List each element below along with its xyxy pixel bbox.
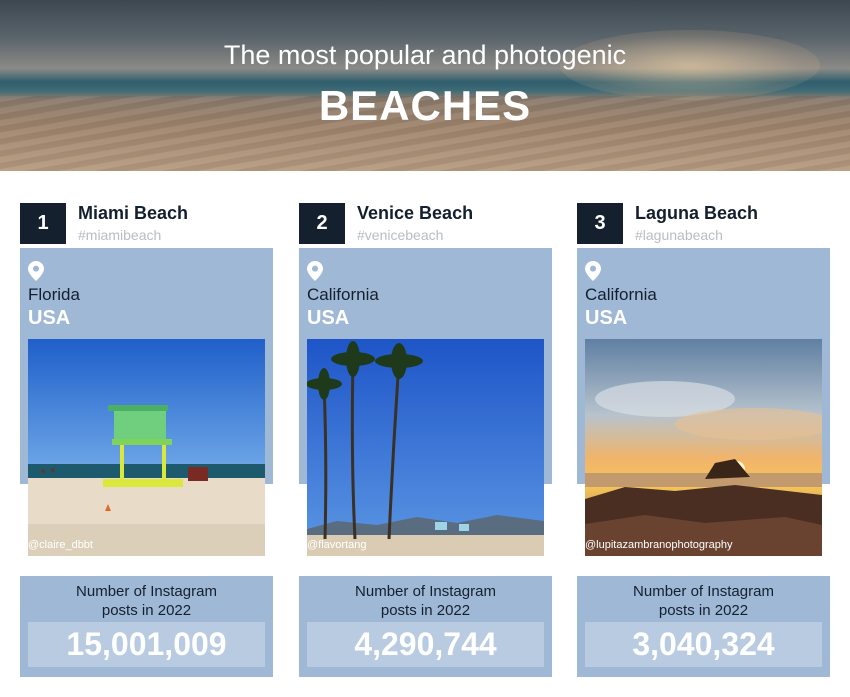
- stat-value-box: 3,040,324: [585, 622, 822, 667]
- stat-label-line1: Number of Instagram: [633, 583, 774, 600]
- beach-state: California: [585, 285, 657, 304]
- beach-photo: [28, 339, 265, 556]
- stat-value: 3,040,324: [632, 626, 775, 662]
- instagram-stat: Number of Instagram posts in 2022 15,001…: [20, 576, 273, 677]
- stat-value-box: 4,290,744: [307, 622, 544, 667]
- beach-country: USA: [28, 307, 71, 329]
- stat-label-line1: Number of Instagram: [355, 583, 496, 600]
- rank-badge: 3: [577, 203, 623, 244]
- stat-label: Number of Instagram posts in 2022: [577, 582, 830, 620]
- beach-name: Laguna Beach: [635, 203, 759, 223]
- beach-photo: [585, 339, 822, 556]
- stat-label-line2: posts in 2022: [658, 602, 749, 619]
- beach-state: Florida: [28, 285, 80, 304]
- rank-badge: 1: [20, 203, 66, 244]
- page-subtitle: The most popular and photogenic: [223, 40, 627, 70]
- beach-card-2: 2 Venice Beach #venicebeach California U…: [299, 203, 552, 677]
- page-title: BEACHES: [318, 82, 532, 129]
- stat-label-line2: posts in 2022: [380, 602, 471, 619]
- beach-country: USA: [585, 307, 628, 329]
- location-pin-icon: [28, 261, 44, 281]
- beach-hashtag[interactable]: #lagunabeach: [635, 227, 723, 243]
- beach-photo: [307, 339, 544, 556]
- beach-card-1: 1 Miami Beach #miamibeach Florida USA @c…: [20, 203, 273, 677]
- stat-value: 15,001,009: [66, 626, 227, 662]
- beach-hashtag[interactable]: #venicebeach: [357, 227, 443, 243]
- beach-state: California: [307, 285, 379, 304]
- hero-banner: The most popular and photogenic BEACHES: [0, 0, 850, 171]
- beach-name: Miami Beach: [78, 203, 189, 223]
- stat-label-line2: posts in 2022: [101, 602, 192, 619]
- venice-palm-trees-image: [307, 339, 544, 556]
- stat-value: 4,290,744: [354, 626, 497, 662]
- beach-country: USA: [307, 307, 350, 329]
- stat-label: Number of Instagram posts in 2022: [299, 582, 552, 620]
- beach-name: Venice Beach: [357, 203, 474, 223]
- laguna-sunset-image: [585, 339, 822, 556]
- beach-hashtag[interactable]: #miamibeach: [78, 227, 161, 243]
- stat-label: Number of Instagram posts in 2022: [20, 582, 273, 620]
- beach-card-3: 3 Laguna Beach #lagunabeach California U…: [577, 203, 830, 677]
- instagram-stat: Number of Instagram posts in 2022 4,290,…: [299, 576, 552, 677]
- instagram-stat: Number of Instagram posts in 2022 3,040,…: [577, 576, 830, 677]
- location-pin-icon: [585, 261, 601, 281]
- stat-value-box: 15,001,009: [28, 622, 265, 667]
- location-pin-icon: [307, 261, 323, 281]
- stat-label-line1: Number of Instagram: [76, 583, 217, 600]
- miami-lifeguard-tower-image: [28, 339, 265, 556]
- rank-badge: 2: [299, 203, 345, 244]
